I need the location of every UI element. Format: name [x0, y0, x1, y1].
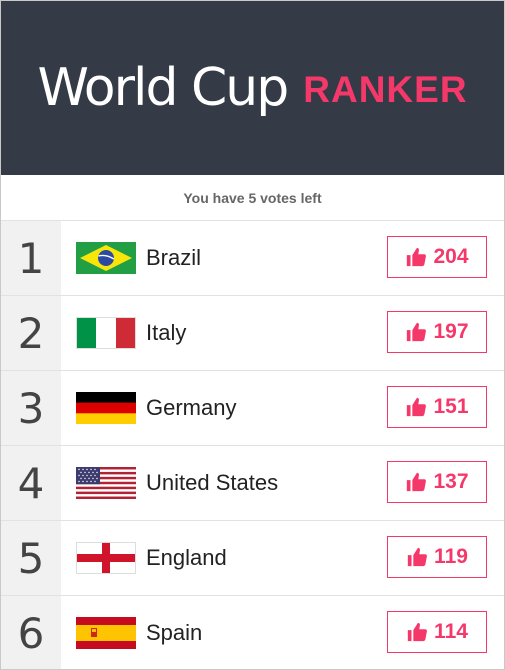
- vote-button[interactable]: 204: [387, 236, 487, 278]
- thumbs-up-icon: [407, 622, 427, 642]
- ranking-row: 6 Spain 114: [1, 596, 504, 669]
- vote-button[interactable]: 151: [387, 386, 487, 428]
- rank-number: 3: [1, 371, 61, 445]
- brazil-flag-icon: [76, 242, 136, 274]
- app-frame: World Cup RANKER You have 5 votes left 1…: [0, 0, 505, 670]
- country-name: United States: [146, 470, 279, 495]
- app-title-accent: RANKER: [303, 69, 468, 110]
- ranking-row: 2 Italy 197: [1, 296, 504, 371]
- vote-count: 197: [433, 320, 469, 343]
- country-name: Germany: [146, 395, 237, 420]
- usa-flag-icon: [76, 467, 136, 499]
- rank-number: 2: [1, 296, 61, 370]
- thumbs-up-icon: [407, 247, 427, 267]
- rank-number: 1: [1, 221, 61, 295]
- thumbs-up-icon: [407, 472, 427, 492]
- ranking-row: 5 England 119: [1, 521, 504, 596]
- germany-flag-icon: [76, 392, 136, 424]
- app-title: World Cup: [37, 58, 289, 118]
- england-flag-icon: [76, 542, 136, 574]
- thumbs-up-icon: [407, 322, 427, 342]
- vote-count: 151: [433, 395, 469, 418]
- rank-number: 5: [1, 521, 61, 595]
- header: World Cup RANKER: [1, 1, 504, 175]
- italy-flag-icon: [76, 317, 136, 349]
- vote-button[interactable]: 119: [387, 536, 487, 578]
- vote-button[interactable]: 137: [387, 461, 487, 503]
- vote-count: 204: [433, 245, 469, 268]
- thumbs-up-icon: [407, 547, 427, 567]
- thumbs-up-icon: [407, 397, 427, 417]
- ranking-row: 1 Brazil 204: [1, 221, 504, 296]
- vote-count: 137: [433, 470, 469, 493]
- vote-button[interactable]: 197: [387, 311, 487, 353]
- country-name: Spain: [146, 620, 203, 645]
- vote-count: 119: [434, 545, 468, 568]
- ranking-row: 4 United States 137: [1, 446, 504, 521]
- country-name: Italy: [146, 320, 187, 345]
- spain-flag-icon: [76, 617, 136, 649]
- ranking-row: 3 Germany 151: [1, 371, 504, 446]
- vote-count: 114: [434, 620, 468, 643]
- votes-left-text: You have 5 votes left: [1, 175, 504, 221]
- country-name: England: [146, 545, 227, 570]
- rank-number: 4: [1, 446, 61, 520]
- rank-number: 6: [1, 596, 61, 669]
- country-name: Brazil: [146, 245, 202, 270]
- vote-button[interactable]: 114: [387, 611, 487, 653]
